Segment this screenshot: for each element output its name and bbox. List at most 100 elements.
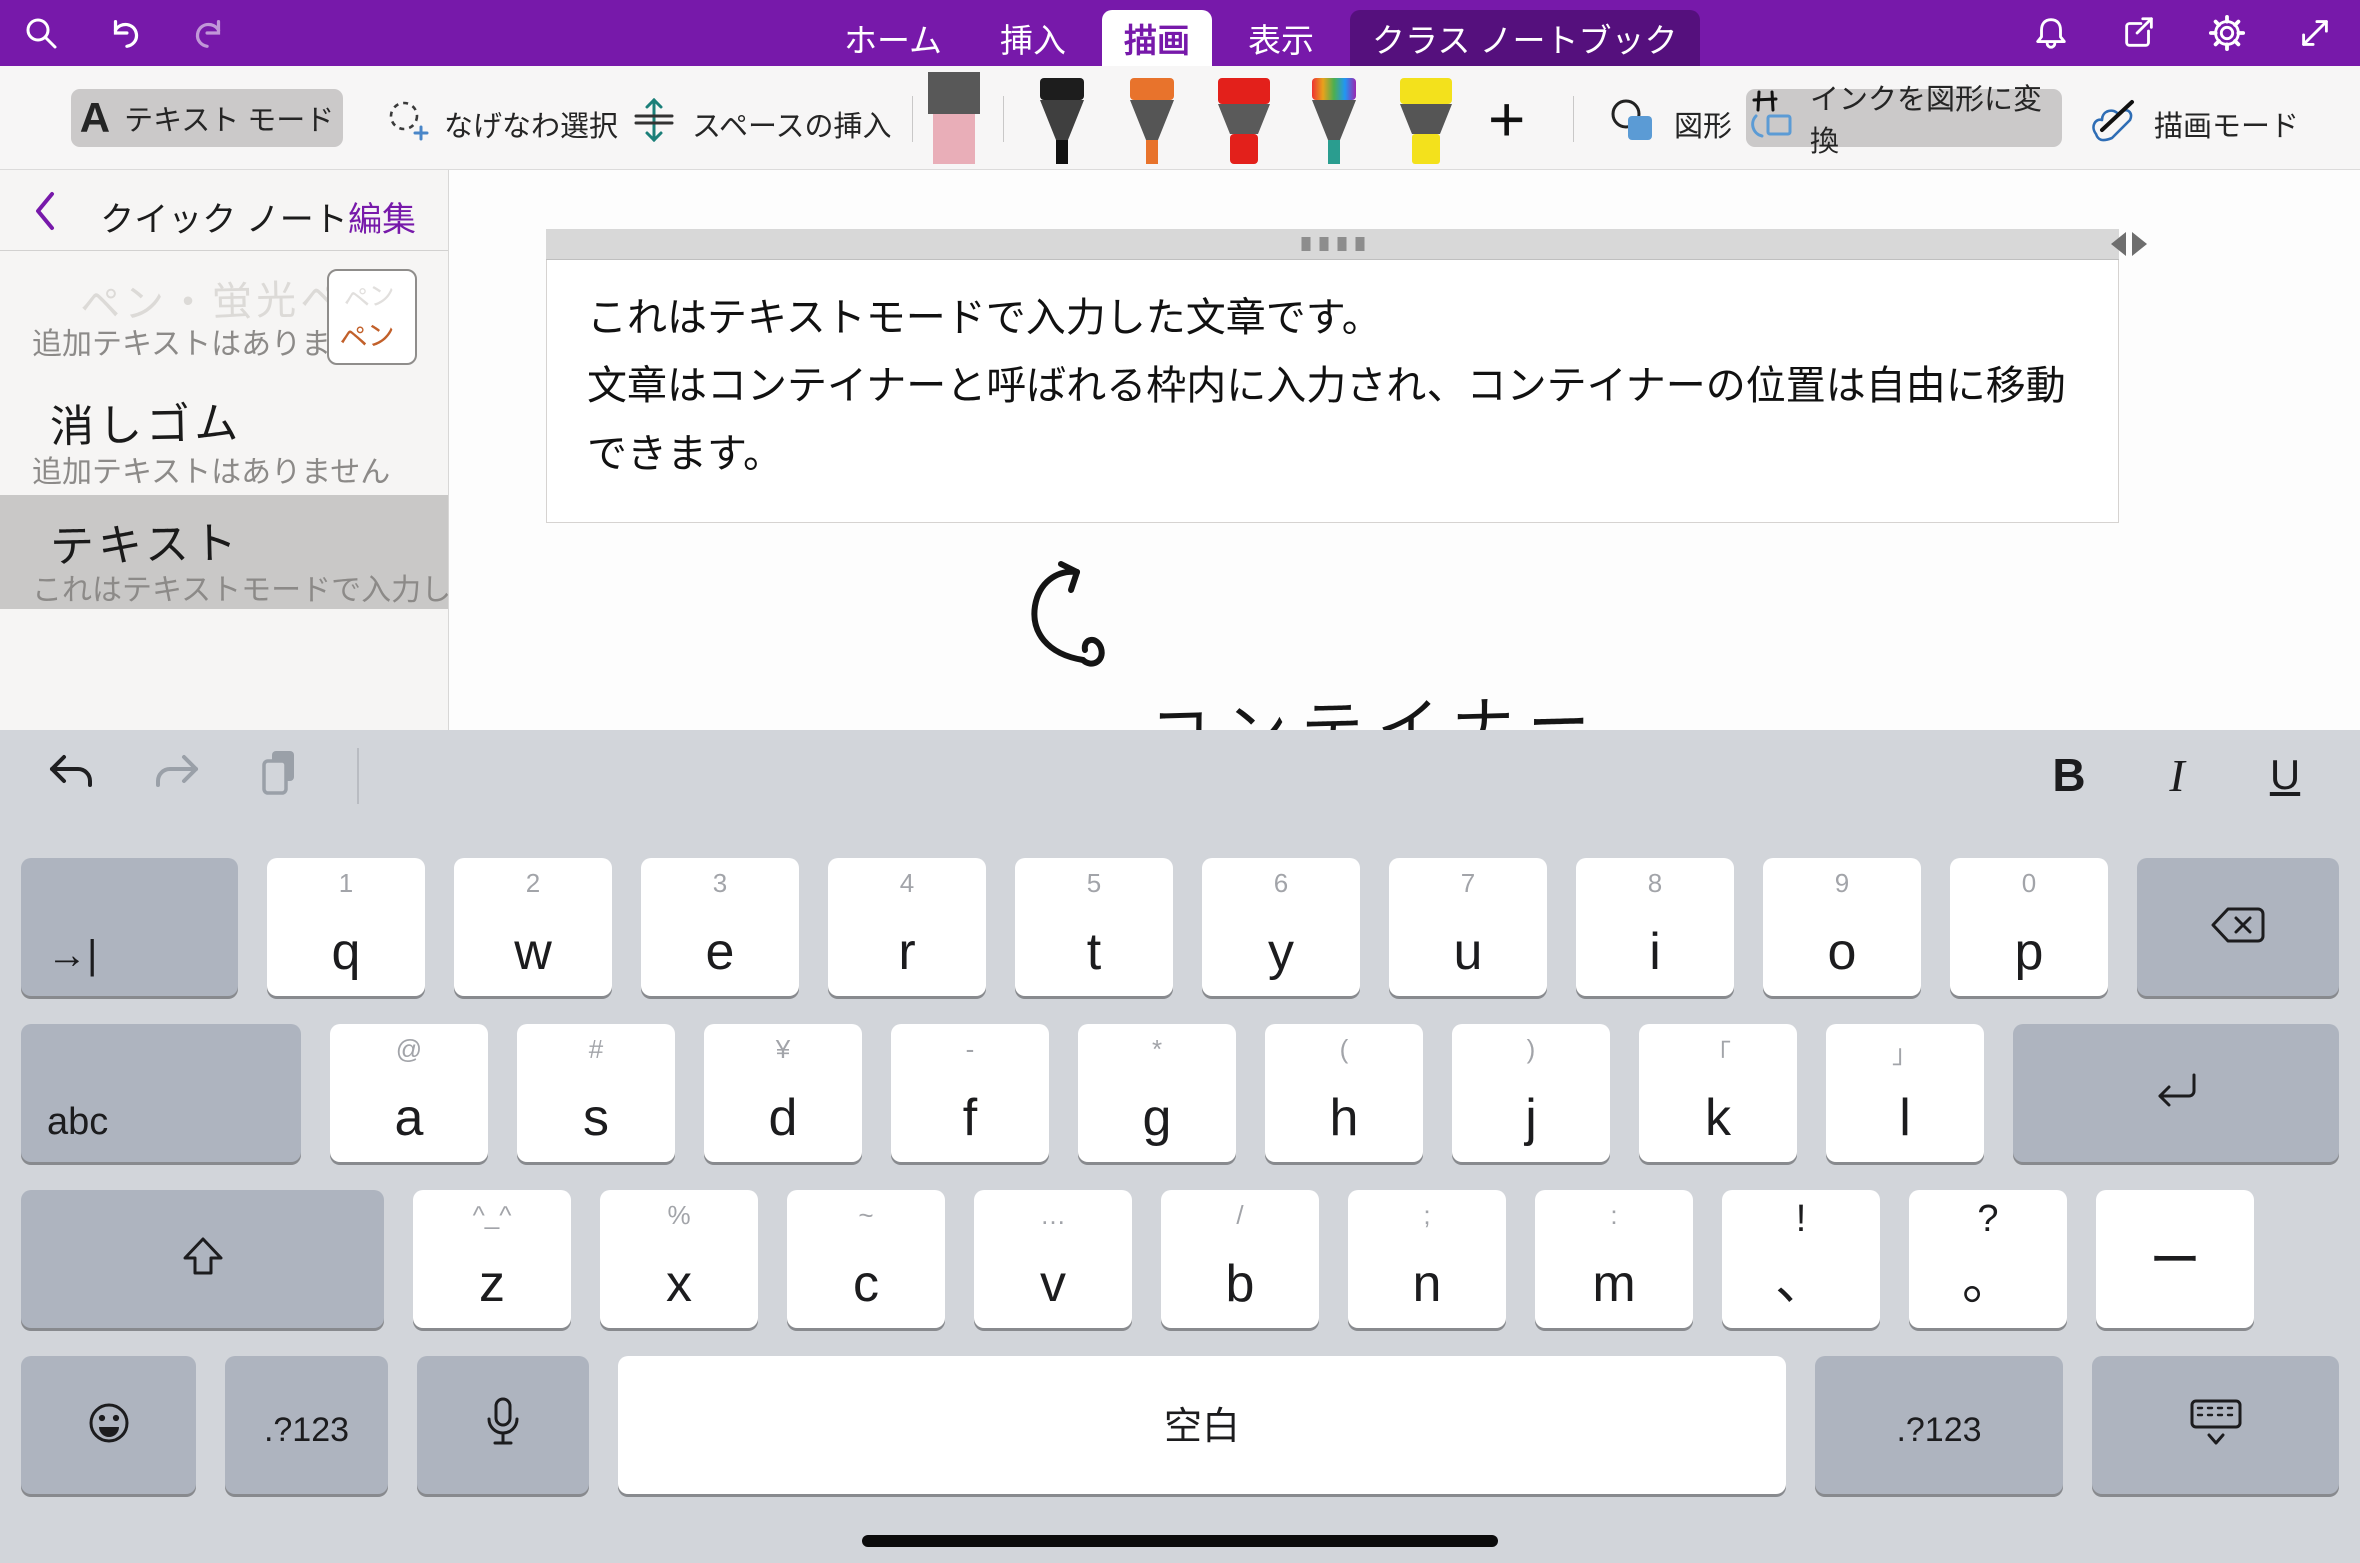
keyboard-row-2: abc @a #s ¥d -f *g (h )j 「k 」l bbox=[0, 1024, 2360, 1162]
tab-key[interactable]: →| bbox=[21, 858, 238, 996]
draw-mode-icon bbox=[2088, 96, 2140, 152]
tab-home[interactable]: ホーム bbox=[822, 10, 964, 66]
redo-icon[interactable] bbox=[190, 14, 228, 52]
numbers-key-right[interactable]: .?123 bbox=[1815, 1356, 2063, 1494]
space-key[interactable]: 空白 bbox=[618, 1356, 1786, 1494]
note-subtitle: 追加テキストはありません bbox=[32, 447, 390, 491]
note-item-pen[interactable]: ペン・蛍光ペン 追加テキストはありま… ペン ペン bbox=[0, 251, 448, 371]
undo-icon[interactable] bbox=[106, 14, 144, 52]
lasso-icon bbox=[382, 96, 430, 152]
key-a[interactable]: @a bbox=[330, 1024, 488, 1162]
note-subtitle: これはテキストモードで入力し… bbox=[32, 565, 481, 609]
fullscreen-expand-icon[interactable] bbox=[2296, 14, 2334, 52]
text-mode-button[interactable]: A テキスト モード bbox=[71, 89, 343, 147]
yellow-highlighter-tool[interactable] bbox=[1386, 78, 1466, 169]
key-t[interactable]: 5t bbox=[1015, 858, 1173, 996]
container-drag-handle[interactable] bbox=[546, 229, 2119, 260]
search-icon[interactable] bbox=[22, 14, 60, 52]
key-m[interactable]: :m bbox=[1535, 1190, 1693, 1328]
tab-class-notebook[interactable]: クラス ノートブック bbox=[1350, 10, 1700, 66]
key-j[interactable]: )j bbox=[1452, 1024, 1610, 1162]
key-i[interactable]: 8i bbox=[1576, 858, 1734, 996]
emoji-key[interactable] bbox=[21, 1356, 196, 1494]
tab-insert[interactable]: 挿入 bbox=[978, 10, 1088, 66]
dictation-mic-key[interactable] bbox=[417, 1356, 589, 1494]
insert-space-button[interactable]: スペースの挿入 bbox=[630, 96, 892, 152]
black-pen-tool[interactable] bbox=[1024, 78, 1100, 169]
share-icon[interactable] bbox=[2120, 14, 2158, 52]
key-s[interactable]: #s bbox=[517, 1024, 675, 1162]
key-g[interactable]: *g bbox=[1078, 1024, 1236, 1162]
key-p[interactable]: 0p bbox=[1950, 858, 2108, 996]
key-comma[interactable]: !、 bbox=[1722, 1190, 1880, 1328]
tab-draw[interactable]: 描画 bbox=[1102, 10, 1212, 66]
key-long-vowel[interactable]: ー bbox=[2096, 1190, 2254, 1328]
eraser-tool[interactable] bbox=[920, 70, 988, 169]
lasso-select-button[interactable]: なげなわ選択 bbox=[382, 96, 618, 152]
italic-button[interactable]: I bbox=[2150, 749, 2204, 802]
add-pen-button[interactable]: + bbox=[1488, 82, 1525, 156]
orange-pen-tool[interactable] bbox=[1114, 78, 1190, 169]
key-z[interactable]: ^_^z bbox=[413, 1190, 571, 1328]
container-resize-arrows-icon[interactable] bbox=[2111, 232, 2147, 256]
key-h[interactable]: (h bbox=[1265, 1024, 1423, 1162]
key-e[interactable]: 3e bbox=[641, 858, 799, 996]
backspace-icon bbox=[2206, 901, 2270, 954]
key-x[interactable]: %x bbox=[600, 1190, 758, 1328]
notifications-bell-icon[interactable] bbox=[2032, 14, 2070, 52]
ink-to-shape-icon bbox=[1746, 88, 1798, 148]
notes-sidebar: クイック ノート 編集 ペン・蛍光ペン 追加テキストはありま… ペン ペン 消し… bbox=[0, 170, 449, 730]
tab-view[interactable]: 表示 bbox=[1226, 10, 1336, 66]
microphone-icon bbox=[481, 1395, 525, 1456]
kb-paste-icon[interactable] bbox=[252, 745, 308, 806]
key-k[interactable]: 「k bbox=[1639, 1024, 1797, 1162]
key-u[interactable]: 7u bbox=[1389, 858, 1547, 996]
top-bar: ホーム 挿入 描画 表示 クラス ノートブック bbox=[0, 0, 2360, 66]
insert-space-icon bbox=[630, 96, 678, 152]
dismiss-keyboard-key[interactable] bbox=[2092, 1356, 2339, 1494]
key-c[interactable]: ~c bbox=[787, 1190, 945, 1328]
key-o[interactable]: 9o bbox=[1763, 858, 1921, 996]
rainbow-pen-tool[interactable] bbox=[1296, 78, 1372, 169]
key-q[interactable]: 1q bbox=[267, 858, 425, 996]
kb-redo-icon[interactable] bbox=[148, 745, 204, 806]
home-indicator[interactable] bbox=[862, 1535, 1498, 1547]
emoji-smiley-icon bbox=[83, 1397, 135, 1454]
container-text[interactable]: これはテキストモードで入力した文章です。 文章はコンテイナーと呼ばれる枠内に入力… bbox=[546, 260, 2119, 523]
settings-gear-icon[interactable] bbox=[2208, 14, 2246, 52]
dismiss-keyboard-icon bbox=[2186, 1395, 2246, 1456]
keyboard-row-4: .?123 空白 .?123 bbox=[0, 1356, 2360, 1494]
bold-button[interactable]: B bbox=[2042, 748, 2096, 802]
key-y[interactable]: 6y bbox=[1202, 858, 1360, 996]
text-container[interactable]: これはテキストモードで入力した文章です。 文章はコンテイナーと呼ばれる枠内に入力… bbox=[546, 229, 2119, 523]
note-canvas[interactable]: これはテキストモードで入力した文章です。 文章はコンテイナーと呼ばれる枠内に入力… bbox=[449, 170, 2360, 730]
key-n[interactable]: ;n bbox=[1348, 1190, 1506, 1328]
key-b[interactable]: /b bbox=[1161, 1190, 1319, 1328]
draw-mode-button[interactable]: 描画モード bbox=[2088, 96, 2299, 152]
sidebar-header: クイック ノート 編集 bbox=[0, 170, 448, 251]
key-period[interactable]: ?。 bbox=[1909, 1190, 2067, 1328]
shift-key[interactable] bbox=[21, 1190, 384, 1328]
key-w[interactable]: 2w bbox=[454, 858, 612, 996]
shapes-icon bbox=[1608, 96, 1660, 152]
keyboard-accessory-bar: B I U bbox=[0, 730, 2360, 820]
shapes-button[interactable]: 図形 bbox=[1608, 96, 1732, 152]
kb-undo-icon[interactable] bbox=[44, 745, 100, 806]
key-v[interactable]: …v bbox=[974, 1190, 1132, 1328]
backspace-key[interactable] bbox=[2137, 858, 2339, 996]
key-f[interactable]: -f bbox=[891, 1024, 1049, 1162]
numbers-key-left[interactable]: .?123 bbox=[225, 1356, 388, 1494]
ink-to-shape-button[interactable]: インクを図形に変換 bbox=[1746, 89, 2062, 147]
red-marker-tool[interactable] bbox=[1204, 78, 1284, 169]
return-key[interactable] bbox=[2013, 1024, 2339, 1162]
note-thumbnail: ペン ペン bbox=[327, 269, 417, 365]
edit-button[interactable]: 編集 bbox=[348, 192, 416, 241]
keyboard-row-3: ^_^z %x ~c …v /b ;n :m !、 ?。 ー bbox=[0, 1190, 2360, 1328]
note-item-eraser[interactable]: 消しゴム 追加テキストはありません bbox=[0, 371, 448, 495]
note-item-text[interactable]: テキスト これはテキストモードで入力し… bbox=[0, 495, 448, 609]
key-l[interactable]: 」l bbox=[1826, 1024, 1984, 1162]
underline-button[interactable]: U bbox=[2258, 751, 2312, 799]
abc-key[interactable]: abc bbox=[21, 1024, 301, 1162]
key-r[interactable]: 4r bbox=[828, 858, 986, 996]
key-d[interactable]: ¥d bbox=[704, 1024, 862, 1162]
